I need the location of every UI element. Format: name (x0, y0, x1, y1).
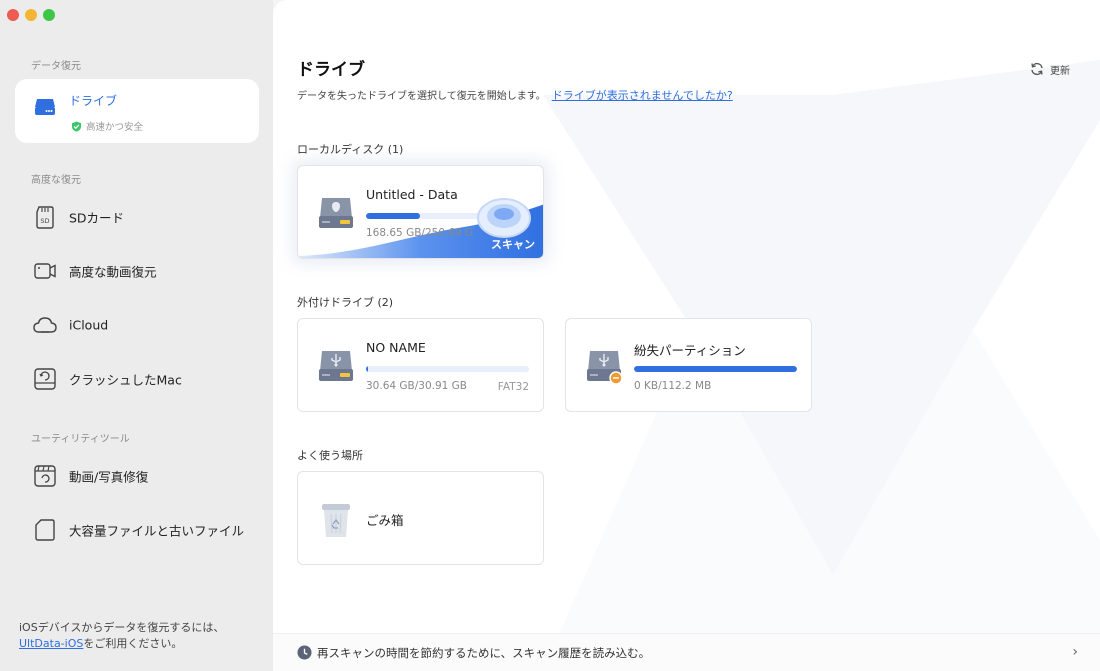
usb-drive-icon (319, 351, 353, 381)
lost-partition-icon (587, 351, 623, 385)
usage-bar (366, 366, 529, 372)
shield-check-icon (71, 120, 82, 132)
sidebar-item-photo-video-repair[interactable]: 動画/写真修復 (15, 449, 259, 503)
sidebar-item-drive[interactable]: ドライブ 高速かつ安全 (15, 79, 259, 143)
usage-bar-fill (366, 213, 420, 219)
common-places-header: よく使う場所 (297, 449, 363, 462)
scan-history-text: 再スキャンの時間を節約するために、スキャン履歴を読み込む。 (317, 646, 651, 660)
svg-text:SD: SD (40, 217, 49, 225)
sidebar-item-sd-card-label: SDカード (69, 210, 125, 226)
internal-disk-icon (319, 198, 353, 228)
place-name: ごみ箱 (366, 513, 404, 528)
usage-bar-fill (366, 366, 368, 372)
page-subtitle: データを失ったドライブを選択して復元を開始します。 ドライブが表示されませんでした… (297, 87, 733, 103)
section-data-recovery: データ復元 (31, 61, 81, 72)
chevron-right-icon[interactable]: › (1072, 644, 1078, 660)
cloud-icon (33, 317, 57, 333)
sidebar-item-large-old-files[interactable]: 大容量ファイルと古いファイル (15, 503, 259, 557)
page-subtitle-text: データを失ったドライブを選択して復元を開始します。 (297, 91, 546, 102)
repair-icon (34, 465, 56, 487)
scan-history-bar[interactable]: 再スキャンの時間を節約するために、スキャン履歴を読み込む。 › (273, 633, 1100, 671)
file-icon (35, 519, 55, 541)
section-utility-tools: ユーティリティツール (31, 434, 130, 445)
drive-name: NO NAME (366, 340, 426, 355)
drive-subtitle: 高速かつ安全 (71, 119, 143, 133)
refresh-icon (1031, 62, 1043, 76)
usage-bar-fill (634, 366, 797, 372)
zoom-window-button[interactable] (43, 9, 55, 21)
main-panel: ドライブ データを失ったドライブを選択して復元を開始します。 ドライブが表示されま… (273, 0, 1100, 671)
place-card-trash[interactable]: ごみ箱 (297, 471, 544, 565)
drive-icon (35, 99, 55, 115)
drive-size: 30.64 GB/30.91 GB (366, 380, 468, 392)
ios-promo-text: iOSデバイスからデータを復元するには、 UltData-iOSをご利用ください… (19, 620, 259, 652)
sidebar-item-video-recovery-label: 高度な動画復元 (69, 264, 157, 280)
sidebar-item-video-recovery[interactable]: 高度な動画復元 (15, 244, 259, 298)
drive-card-no-name[interactable]: NO NAME 30.64 GB/30.91 GB FAT32 (297, 318, 544, 412)
sidebar: データ復元 ドライブ 高速かつ安全 高度な復元 SD SDカード 高度な動画復元… (0, 0, 273, 671)
local-disk-header: ローカルディスク (1) (297, 143, 404, 156)
app-window: データ復元 ドライブ 高速かつ安全 高度な復元 SD SDカード 高度な動画復元… (0, 0, 1100, 671)
drive-size: 0 KB/112.2 MB (634, 380, 712, 392)
sidebar-item-crashed-mac[interactable]: クラッシュしたMac (15, 352, 259, 406)
ultdata-ios-link[interactable]: UltData-iOS (19, 637, 83, 650)
sidebar-item-photo-video-repair-label: 動画/写真修復 (69, 469, 149, 485)
video-icon (34, 263, 56, 279)
filesystem-label: FAT32 (497, 381, 529, 393)
drive-size: 168.65 GB/250.69 G (366, 227, 474, 239)
sidebar-item-crashed-mac-label: クラッシュしたMac (69, 372, 182, 388)
minimize-window-button[interactable] (25, 9, 37, 21)
drive-card-untitled-data[interactable]: Untitled - Data 168.65 GB/250.69 G スキャン (297, 165, 544, 259)
clock-icon (297, 645, 312, 660)
sidebar-item-icloud[interactable]: iCloud (15, 298, 259, 352)
scan-button[interactable]: スキャン (491, 236, 535, 252)
sidebar-item-sd-card[interactable]: SD SDカード (15, 190, 259, 244)
sidebar-item-large-old-files-label: 大容量ファイルと古いファイル (69, 523, 245, 539)
drive-subtitle-text: 高速かつ安全 (86, 122, 144, 133)
close-window-button[interactable] (7, 9, 19, 21)
sidebar-item-icloud-label: iCloud (69, 317, 109, 333)
section-advanced-recovery: 高度な復元 (31, 175, 81, 186)
page-title: ドライブ (297, 60, 365, 80)
usage-bar (634, 366, 797, 372)
drive-not-shown-link[interactable]: ドライブが表示されませんでしたか? (552, 89, 733, 102)
refresh-label: 更新 (1050, 65, 1070, 77)
sd-card-icon: SD (36, 206, 54, 229)
sidebar-item-drive-label: ドライブ (69, 94, 118, 108)
mac-crash-icon (34, 368, 56, 390)
ios-promo-line1: iOSデバイスからデータを復元するには、 (19, 621, 225, 634)
ios-promo-line2: をご利用ください。 (83, 637, 183, 650)
drive-card-lost-partition[interactable]: 紛失パーティション 0 KB/112.2 MB (565, 318, 812, 412)
refresh-button[interactable]: 更新 (1029, 61, 1070, 77)
external-drive-header: 外付けドライブ (2) (297, 296, 394, 309)
trash-icon (322, 504, 350, 537)
drive-name: 紛失パーティション (634, 343, 746, 358)
drive-name: Untitled - Data (366, 187, 458, 202)
